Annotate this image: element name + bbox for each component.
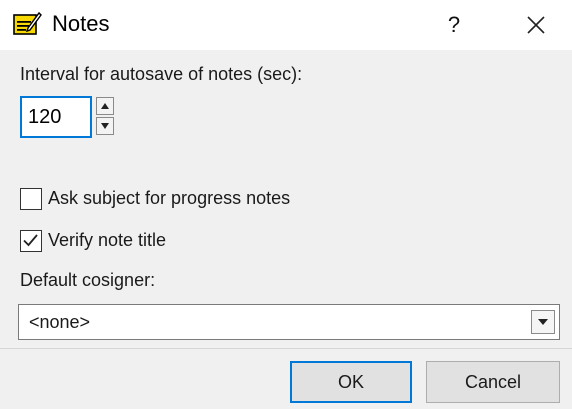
spin-up-button[interactable]: [96, 97, 114, 115]
help-button[interactable]: ?: [432, 4, 476, 46]
title-bar: Notes ?: [0, 0, 572, 50]
verify-title-checkbox[interactable]: [20, 230, 42, 252]
notes-dialog: Notes ? Interval for autosave of notes (…: [0, 0, 572, 409]
close-button[interactable]: [510, 4, 562, 46]
notes-pencil-icon: [12, 10, 42, 38]
footer-divider: [0, 348, 572, 349]
spin-down-button[interactable]: [96, 117, 114, 135]
ask-subject-checkbox[interactable]: [20, 188, 42, 210]
default-cosigner-value: <none>: [29, 312, 91, 332]
default-cosigner-label: Default cosigner:: [20, 270, 156, 290]
cancel-button[interactable]: Cancel: [426, 361, 560, 403]
ok-button[interactable]: OK: [290, 361, 412, 403]
verify-title-label[interactable]: Verify note title: [48, 230, 166, 251]
ask-subject-label[interactable]: Ask subject for progress notes: [48, 188, 290, 209]
autosave-interval-input[interactable]: 120: [20, 96, 92, 138]
default-cosigner-select[interactable]: <none>: [18, 304, 560, 340]
autosave-interval-label: Interval for autosave of notes (sec):: [20, 64, 303, 84]
dropdown-button[interactable]: [531, 310, 555, 334]
close-icon: [525, 16, 547, 34]
dialog-title: Notes: [52, 11, 110, 36]
autosave-spinner: [96, 97, 116, 137]
